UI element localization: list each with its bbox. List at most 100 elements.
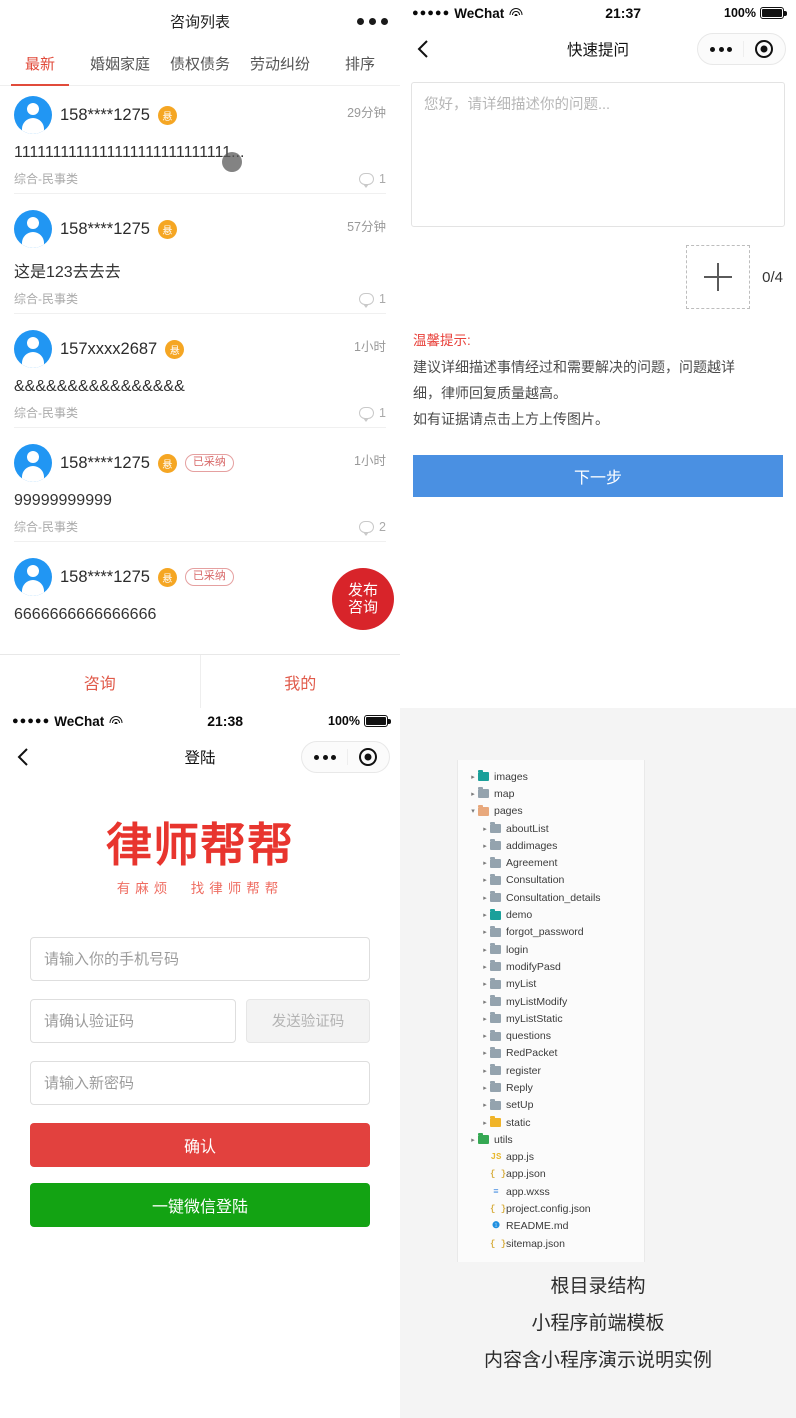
list-item-phone: 158****1275	[60, 453, 150, 472]
tree-folder-row[interactable]: ▸ RedPacket	[458, 1045, 644, 1062]
chevron-right-icon[interactable]: ▸	[480, 1101, 490, 1109]
chevron-right-icon[interactable]: ▸	[480, 980, 490, 988]
tree-node-label: Consultation_details	[506, 891, 601, 904]
tree-file-row[interactable]: { } app.json	[458, 1166, 644, 1183]
reward-badge-icon: 悬	[165, 339, 185, 359]
list-item[interactable]: 158****1275 悬 57分钟 这是123去去去 综合-民事类 1	[0, 200, 400, 320]
tree-folder-row[interactable]: ▸ myList	[458, 976, 644, 993]
list-item-content: 99999999999	[14, 492, 112, 509]
tab-latest[interactable]: 最新	[0, 42, 80, 86]
tree-folder-row[interactable]: ▸ Agreement	[458, 854, 644, 871]
tab-marriage-family[interactable]: 婚姻家庭	[80, 42, 160, 85]
close-miniprogram-icon[interactable]	[755, 40, 773, 58]
chevron-right-icon[interactable]: ▸	[480, 1084, 490, 1092]
phone-field[interactable]: 请输入你的手机号码	[30, 936, 370, 981]
tree-folder-row[interactable]: ▸ setUp	[458, 1097, 644, 1114]
chevron-right-icon[interactable]: ▸	[480, 998, 490, 1006]
more-menu-icon[interactable]	[710, 46, 732, 52]
send-code-button[interactable]: 发送验证码	[246, 998, 370, 1043]
tree-folder-row[interactable]: ▸ Reply	[458, 1079, 644, 1096]
chevron-right-icon[interactable]: ▸	[480, 859, 490, 867]
list-item-comments: 2	[359, 520, 386, 536]
tree-node-label: sitemap.json	[506, 1237, 565, 1250]
tip-line: 细，律师回复质量越高。	[413, 384, 567, 401]
tree-file-row[interactable]: JS app.js	[458, 1149, 644, 1166]
back-icon[interactable]	[10, 747, 36, 767]
tree-folder-row[interactable]: ▸ questions	[458, 1027, 644, 1044]
tree-folder-row[interactable]: ▾ pages	[458, 803, 644, 820]
chevron-right-icon[interactable]: ▸	[480, 1049, 490, 1057]
question-textarea[interactable]: 您好，请详细描述你的问题...	[411, 82, 785, 227]
folder-icon	[490, 1064, 501, 1076]
chevron-right-icon[interactable]: ▸	[480, 1015, 490, 1023]
reward-badge-icon: 悬	[157, 105, 177, 125]
tab-labor-dispute[interactable]: 劳动纠纷	[240, 42, 320, 85]
chevron-right-icon[interactable]: ▸	[480, 928, 490, 936]
chevron-right-icon[interactable]: ▸	[480, 876, 490, 884]
chevron-right-icon[interactable]: ▸	[480, 825, 490, 833]
tip-block: 温馨提示: 建议详细描述事情经过和需要解决的问题，问题越详 细，律师回复质量越高…	[411, 329, 785, 433]
tree-folder-row[interactable]: ▸ aboutList	[458, 820, 644, 837]
more-options-icon[interactable]	[357, 17, 388, 25]
tabbar-item-mine[interactable]: 我的	[201, 655, 401, 708]
list-item[interactable]: 158****1275 悬 已采纳 1小时 99999999999 综合-民事类…	[0, 434, 400, 548]
verify-code-field[interactable]: 请确认验证码	[30, 998, 236, 1043]
tree-node-label: modifyPasd	[506, 960, 561, 973]
tree-folder-row[interactable]: ▸ static	[458, 1114, 644, 1131]
new-password-field[interactable]: 请输入新密码	[30, 1060, 370, 1105]
tree-folder-row[interactable]: ▸ images	[458, 768, 644, 785]
list-item[interactable]: 158****1275 悬 29分钟 111111111111111111111…	[0, 86, 400, 200]
close-miniprogram-icon[interactable]	[359, 748, 377, 766]
status-bar-time: 21:38	[207, 713, 244, 729]
chevron-right-icon[interactable]: ▸	[468, 773, 478, 781]
chevron-right-icon[interactable]: ▸	[480, 894, 490, 902]
chevron-down-icon[interactable]: ▾	[468, 807, 478, 815]
signal-dots-icon: ●●●●●	[12, 715, 51, 727]
tree-node-label: utils	[494, 1133, 513, 1146]
back-icon[interactable]	[410, 39, 436, 59]
confirm-button[interactable]: 确认	[30, 1122, 370, 1167]
list-item[interactable]: 157xxxx2687 悬 1小时 &&&&&&&&&&&&&&&& 综合-民事…	[0, 320, 400, 434]
next-step-button[interactable]: 下一步	[413, 454, 783, 497]
tree-folder-row[interactable]: ▸ demo	[458, 906, 644, 923]
chevron-right-icon[interactable]: ▸	[480, 963, 490, 971]
tab-debt[interactable]: 债权债务	[160, 42, 240, 85]
chevron-right-icon[interactable]: ▸	[480, 1067, 490, 1075]
chevron-right-icon[interactable]: ▸	[468, 790, 478, 798]
tree-file-row[interactable]: { } sitemap.json	[458, 1235, 644, 1252]
publish-consultation-button[interactable]: 发布 咨询	[332, 568, 394, 630]
tab-sort[interactable]: 排序	[320, 42, 400, 85]
chevron-right-icon[interactable]: ▸	[480, 911, 490, 919]
tree-folder-row[interactable]: ▸ forgot_password	[458, 924, 644, 941]
tree-folder-row[interactable]: ▸ utils	[458, 1131, 644, 1148]
tabbar-item-consultation[interactable]: 咨询	[0, 655, 200, 708]
list-item-phone: 158****1275	[60, 567, 150, 586]
tree-folder-row[interactable]: ▸ map	[458, 785, 644, 802]
tree-folder-row[interactable]: ▸ addimages	[458, 837, 644, 854]
add-image-button[interactable]	[686, 245, 751, 309]
wechat-capsule[interactable]	[697, 33, 786, 65]
tree-file-row[interactable]: ❶ README.md	[458, 1218, 644, 1235]
tree-folder-row[interactable]: ▸ login	[458, 941, 644, 958]
caption-line: 内容含小程序演示说明实例	[483, 1350, 712, 1372]
more-menu-icon[interactable]	[314, 754, 336, 760]
tree-folder-row[interactable]: ▸ register	[458, 1062, 644, 1079]
json-file-icon: { }	[490, 1169, 507, 1180]
folder-icon	[490, 908, 501, 920]
tree-file-row[interactable]: ≡ app.wxss	[458, 1183, 644, 1200]
wechat-login-button[interactable]: 一键微信登陆	[30, 1182, 370, 1227]
chevron-right-icon[interactable]: ▸	[480, 1032, 490, 1040]
list-item-content: 这是123去去去	[14, 264, 121, 281]
tree-folder-row[interactable]: ▸ myListStatic	[458, 1010, 644, 1027]
tree-folder-row[interactable]: ▸ modifyPasd	[458, 958, 644, 975]
wechat-capsule[interactable]	[301, 741, 390, 773]
chevron-right-icon[interactable]: ▸	[480, 946, 490, 954]
tree-folder-row[interactable]: ▸ Consultation	[458, 872, 644, 889]
tree-folder-row[interactable]: ▸ myListModify	[458, 993, 644, 1010]
tree-file-row[interactable]: { } project.config.json	[458, 1200, 644, 1217]
chevron-right-icon[interactable]: ▸	[480, 1119, 490, 1127]
tree-folder-row[interactable]: ▸ Consultation_details	[458, 889, 644, 906]
chevron-right-icon[interactable]: ▸	[468, 1136, 478, 1144]
chevron-right-icon[interactable]: ▸	[480, 842, 490, 850]
list-item-header: 158****1275 悬 已采纳	[14, 558, 386, 596]
